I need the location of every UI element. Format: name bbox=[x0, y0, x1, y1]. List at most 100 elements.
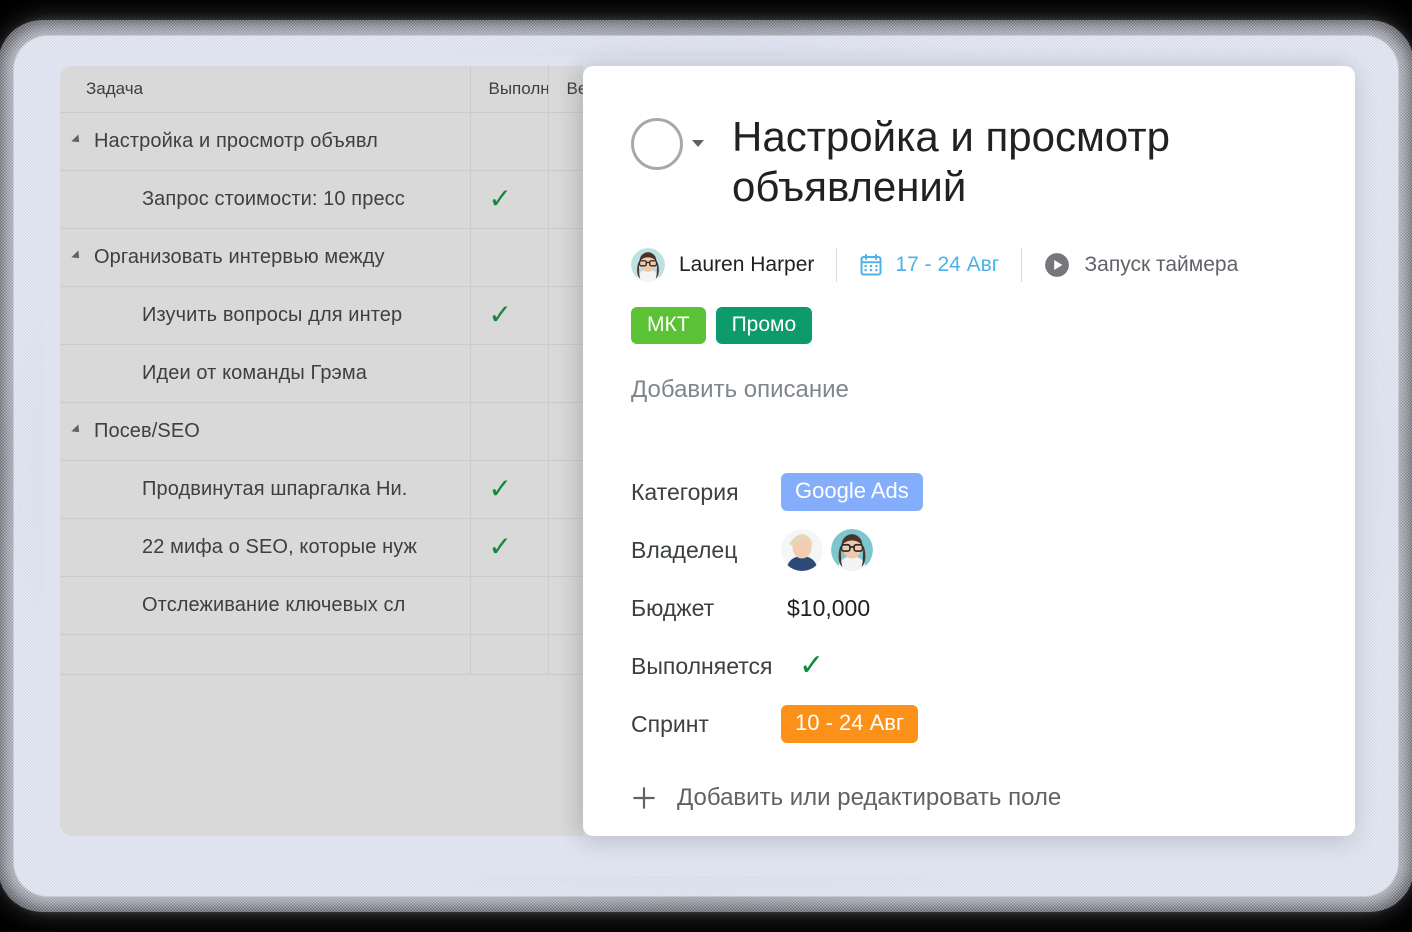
task-name-cell[interactable]: Продвинутая шпаргалка Ни. bbox=[60, 460, 471, 519]
task-name-cell[interactable]: 22 мифа о SEO, которые нуж bbox=[60, 518, 471, 577]
expand-collapse-caret-icon[interactable] bbox=[71, 249, 83, 262]
done-cell[interactable] bbox=[470, 344, 549, 403]
tag-list: МКТ Промо bbox=[631, 307, 1315, 345]
plus-icon bbox=[633, 787, 655, 809]
description-placeholder[interactable]: Добавить описание bbox=[631, 376, 1315, 404]
done-cell[interactable] bbox=[470, 228, 549, 287]
table-row[interactable]: Настройка и просмотр объявл bbox=[60, 112, 583, 171]
empty-cell bbox=[470, 634, 549, 675]
table-row[interactable]: Отслеживание ключевых сл bbox=[60, 576, 583, 635]
done-cell[interactable]: ✓ bbox=[470, 518, 549, 577]
task-group-cell[interactable]: Организовать интервью между bbox=[60, 228, 471, 287]
empty-cell bbox=[60, 634, 471, 675]
task-group-cell[interactable]: Посев/SEO bbox=[60, 402, 471, 461]
expand-collapse-caret-icon[interactable] bbox=[71, 423, 83, 436]
start-timer-label: Запуск таймера bbox=[1084, 253, 1239, 277]
task-label: Настройка и просмотр объявл bbox=[94, 129, 378, 152]
task-label: Посев/SEO bbox=[94, 419, 200, 442]
assignee-name: Lauren Harper bbox=[679, 253, 815, 277]
task-name-cell[interactable]: Изучить вопросы для интер bbox=[60, 286, 471, 345]
done-cell[interactable] bbox=[470, 112, 549, 171]
page-title: Настройка и просмотр объявлений bbox=[732, 113, 1170, 210]
divider bbox=[1021, 248, 1023, 283]
custom-field-row: Владелец bbox=[631, 524, 1315, 576]
task-detail-panel: Настройка и просмотр объявлений Lauren H… bbox=[583, 66, 1355, 836]
task-table: Задача Выполн Ве Настройка и просмотр об… bbox=[60, 66, 583, 675]
expand-collapse-caret-icon[interactable] bbox=[71, 133, 83, 146]
table-row[interactable]: Идеи от команды Грэма bbox=[60, 344, 583, 403]
chevron-down-icon[interactable] bbox=[692, 140, 704, 147]
table-row[interactable]: Изучить вопросы для интер ✓ bbox=[60, 286, 583, 345]
done-cell[interactable]: ✓ bbox=[470, 170, 549, 229]
task-name-cell[interactable]: Запрос стоимости: 10 пресс bbox=[60, 170, 471, 229]
check-icon: ✓ bbox=[488, 299, 512, 330]
assignee-chip[interactable]: Lauren Harper bbox=[631, 245, 814, 285]
ver-cell[interactable] bbox=[548, 170, 583, 229]
check-icon: ✓ bbox=[488, 531, 512, 562]
custom-field-row: Категория Google Ads bbox=[631, 466, 1315, 518]
task-label: Запрос стоимости: 10 пресс bbox=[142, 187, 405, 210]
owner-avatar-group[interactable] bbox=[781, 529, 873, 572]
custom-field-label: Категория bbox=[631, 478, 739, 505]
ver-cell[interactable] bbox=[548, 344, 583, 403]
detail-meta-row: Lauren Harper 17 - 24 Авг Запуск таймера bbox=[631, 245, 1315, 285]
custom-field-value[interactable]: $10,000 bbox=[781, 595, 870, 622]
task-group-cell[interactable]: Настройка и просмотр объявл bbox=[60, 112, 471, 171]
tag-badge[interactable]: Промо bbox=[715, 307, 813, 345]
task-label: Изучить вопросы для интер bbox=[142, 303, 403, 326]
play-icon bbox=[1045, 253, 1070, 278]
done-cell[interactable]: ✓ bbox=[470, 460, 549, 519]
task-name-cell[interactable]: Отслеживание ключевых сл bbox=[60, 576, 471, 635]
check-icon: ✓ bbox=[488, 183, 512, 214]
task-label: Продвинутая шпаргалка Ни. bbox=[142, 477, 408, 500]
calendar-icon bbox=[860, 254, 882, 276]
ver-cell[interactable] bbox=[548, 460, 583, 519]
screenshot-root: Задача Выполн Ве Настройка и просмотр об… bbox=[0, 0, 1412, 932]
task-table-panel: Задача Выполн Ве Настройка и просмотр об… bbox=[60, 66, 583, 836]
ver-cell[interactable] bbox=[548, 576, 583, 635]
table-row[interactable]: 22 мифа о SEO, которые нуж ✓ bbox=[60, 518, 583, 577]
task-label: 22 мифа о SEO, которые нуж bbox=[142, 535, 418, 558]
custom-field-value[interactable]: ✓ bbox=[781, 651, 824, 681]
divider bbox=[836, 248, 838, 283]
custom-field-value[interactable] bbox=[781, 529, 873, 572]
value-text: $10,000 bbox=[787, 594, 871, 621]
custom-field-value[interactable]: Google Ads bbox=[781, 473, 923, 512]
done-cell[interactable] bbox=[470, 402, 549, 461]
value-chip[interactable]: 10 - 24 Авг bbox=[781, 705, 918, 744]
custom-field-label: Выполняется bbox=[631, 652, 773, 679]
avatar bbox=[831, 529, 873, 572]
table-header-row: Задача Выполн Ве bbox=[60, 66, 583, 113]
custom-field-row: Бюджет $10,000 bbox=[631, 582, 1315, 634]
ver-cell[interactable] bbox=[548, 228, 583, 287]
ver-cell[interactable] bbox=[548, 518, 583, 577]
task-name-cell[interactable]: Идеи от команды Грэма bbox=[60, 344, 471, 403]
column-header-ver[interactable]: Ве bbox=[548, 66, 583, 113]
date-range-text: 17 - 24 Авг bbox=[895, 253, 1000, 277]
check-icon[interactable]: ✓ bbox=[799, 651, 824, 681]
table-row[interactable]: Посев/SEO bbox=[60, 402, 583, 461]
table-row[interactable]: Организовать интервью между bbox=[60, 228, 583, 287]
date-range-chip[interactable]: 17 - 24 Авг bbox=[859, 245, 999, 285]
custom-field-value[interactable]: 10 - 24 Авг bbox=[781, 705, 918, 744]
done-cell[interactable] bbox=[470, 576, 549, 635]
column-header-done[interactable]: Выполн bbox=[470, 66, 549, 113]
avatar bbox=[781, 529, 823, 572]
ver-cell[interactable] bbox=[548, 112, 583, 171]
custom-field-label: Бюджет bbox=[631, 594, 715, 621]
ver-cell[interactable] bbox=[548, 286, 583, 345]
value-chip[interactable]: Google Ads bbox=[781, 473, 923, 512]
done-cell[interactable]: ✓ bbox=[470, 286, 549, 345]
check-icon: ✓ bbox=[488, 473, 512, 504]
start-timer-button[interactable]: Запуск таймера bbox=[1044, 245, 1238, 285]
custom-field-row: Выполняется ✓ bbox=[631, 640, 1315, 692]
add-or-edit-field-button[interactable]: Добавить или редактировать поле bbox=[631, 784, 1315, 812]
table-row[interactable]: Продвинутая шпаргалка Ни. ✓ bbox=[60, 460, 583, 519]
custom-field-label: Владелец bbox=[631, 536, 738, 563]
avatar bbox=[631, 248, 665, 283]
empty-circle-icon[interactable] bbox=[631, 118, 683, 170]
table-row[interactable]: Запрос стоимости: 10 пресс ✓ bbox=[60, 170, 583, 229]
column-header-task[interactable]: Задача bbox=[60, 66, 471, 113]
ver-cell[interactable] bbox=[548, 402, 583, 461]
tag-badge[interactable]: МКТ bbox=[631, 307, 706, 345]
